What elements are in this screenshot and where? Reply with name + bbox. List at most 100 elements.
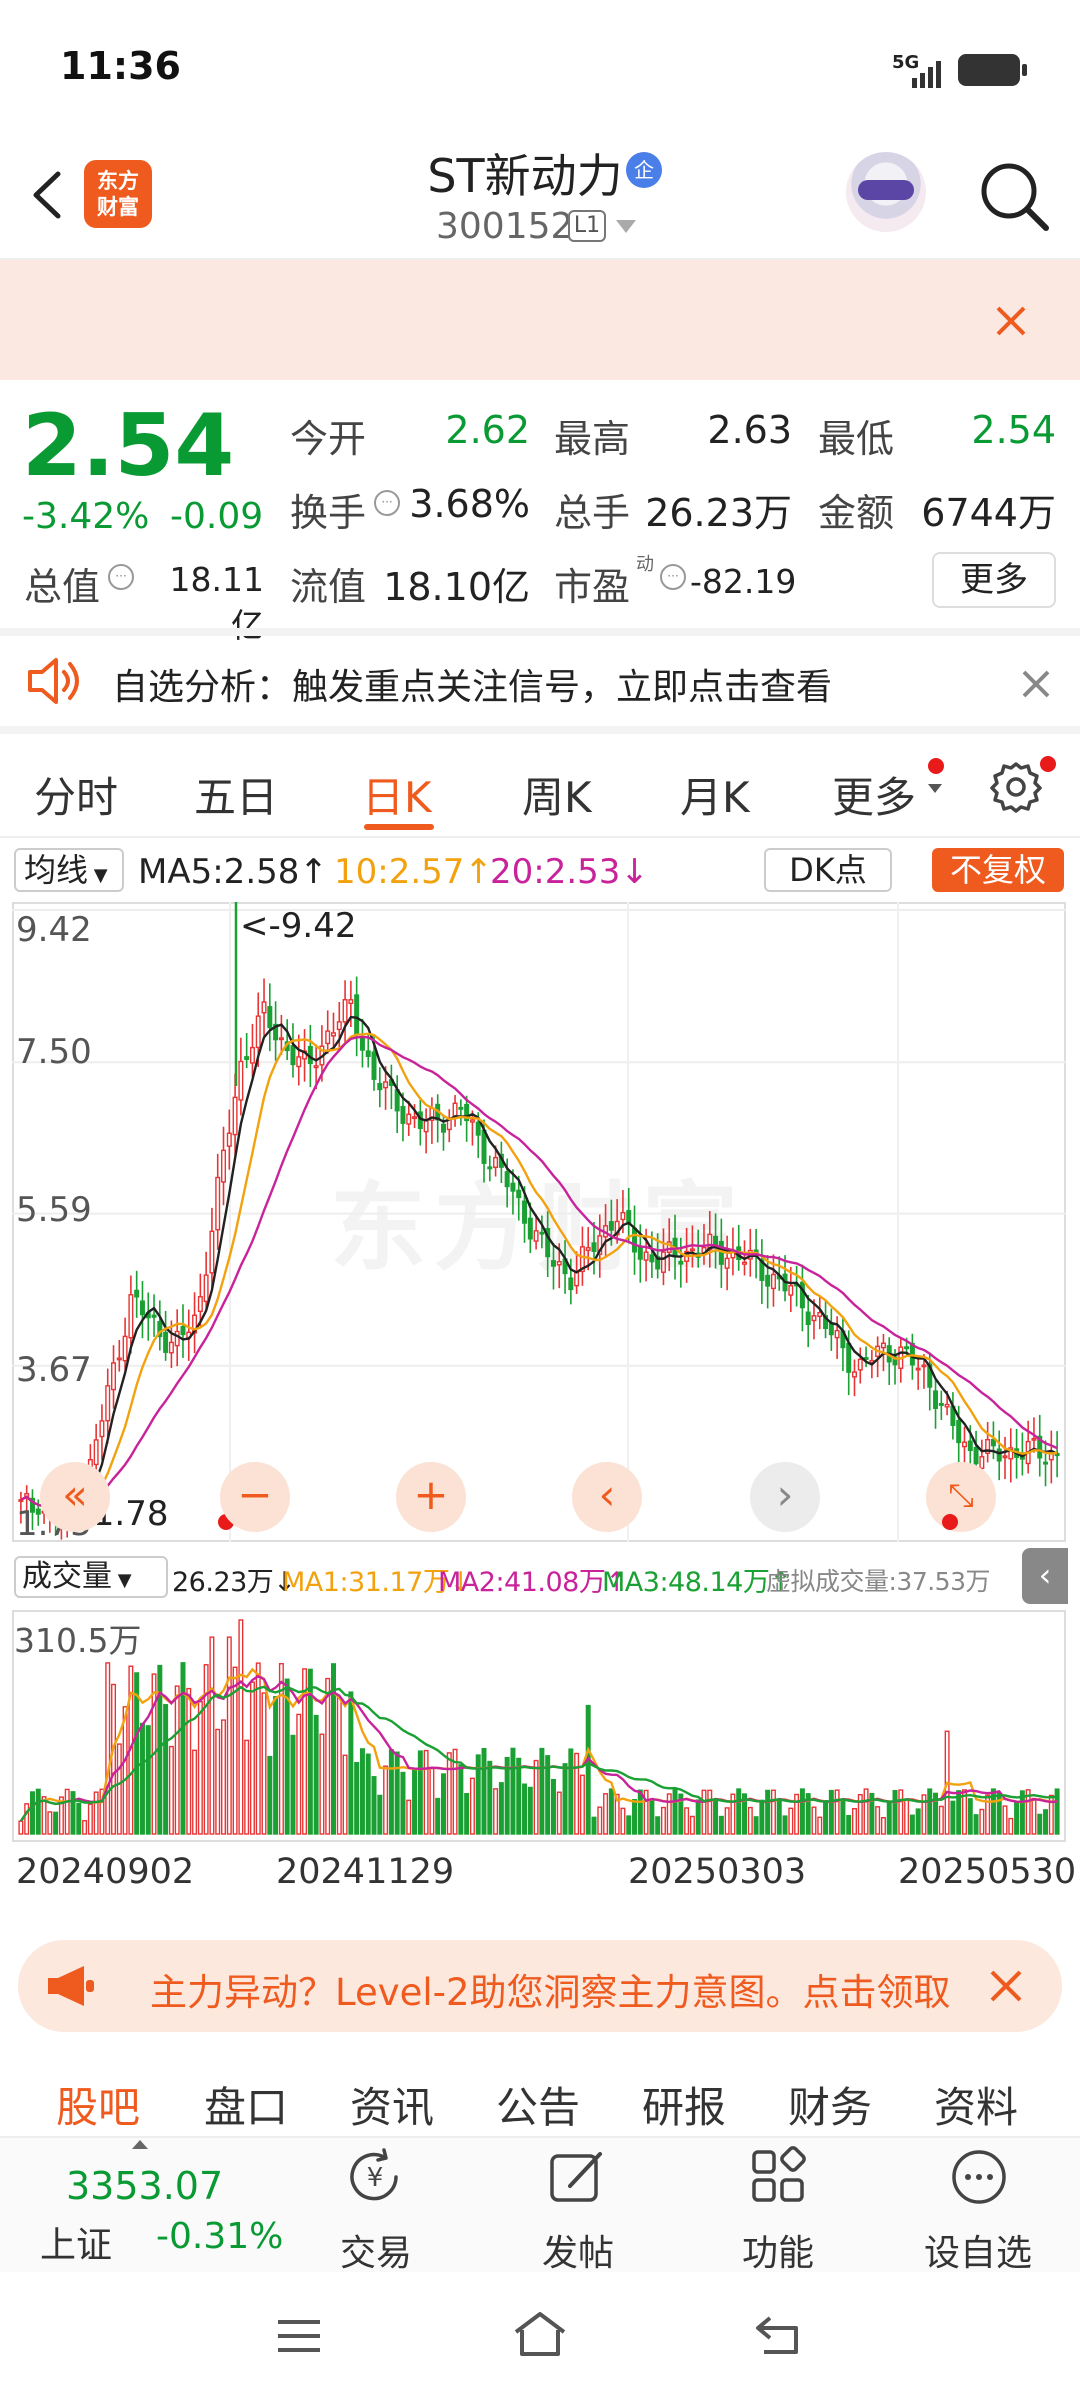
volume-bar [562, 1763, 568, 1835]
volume-bar [747, 1806, 753, 1835]
back-arrow-icon[interactable] [22, 160, 78, 230]
add-watchlist-label[interactable]: 设自选 [908, 2224, 1048, 2276]
alert-message[interactable]: 自选分析：触发重点关注信号，立即点击查看 [112, 658, 832, 710]
gear-icon[interactable] [988, 758, 1044, 814]
volume-bar [909, 1814, 915, 1835]
promo-banner[interactable] [0, 260, 1080, 380]
info-icon[interactable]: ··· [660, 564, 686, 590]
amount-label: 金额 [818, 491, 895, 535]
volume-bar [585, 1704, 591, 1835]
tab-5day[interactable]: 五日 [194, 764, 278, 825]
notification-dot [1040, 756, 1056, 772]
functions-label[interactable]: 功能 [708, 2224, 848, 2276]
index-name[interactable]: 上证 [40, 2216, 112, 2268]
tab-profile[interactable]: 资料 [934, 2074, 1018, 2135]
trade-label[interactable]: 交易 [306, 2224, 446, 2276]
y-axis-label: 7.50 [16, 1032, 92, 1072]
candle [377, 1067, 383, 1108]
index-value[interactable]: 3353.07 [66, 2164, 223, 2208]
tab-intraday[interactable]: 分时 [34, 764, 118, 825]
menu-icon[interactable] [274, 2316, 324, 2356]
divider [0, 836, 1080, 838]
volume-bar [93, 1791, 99, 1835]
move-right-button[interactable]: › [750, 1462, 820, 1532]
move-left-button[interactable]: ‹ [572, 1462, 642, 1532]
zoom-in-button[interactable]: + [396, 1462, 466, 1532]
level-badge[interactable]: L1 [568, 210, 606, 242]
functions-grid-icon[interactable] [748, 2146, 810, 2208]
tab-orderbook[interactable]: 盘口 [204, 2074, 288, 2135]
more-button[interactable]: 更多 [932, 552, 1056, 608]
stock-code[interactable]: 300152 [436, 206, 573, 247]
volume-current: 26.23万↓ [172, 1567, 296, 1598]
candle [192, 1292, 198, 1354]
volume-bar [539, 1747, 545, 1835]
candle [591, 1221, 597, 1275]
volume-bar [296, 1713, 302, 1835]
app-logo[interactable]: 东方 财富 [84, 160, 152, 228]
volume-label: 总手 [554, 491, 631, 535]
amount-value: 6744万 [921, 491, 1056, 535]
tab-announcements[interactable]: 公告 [496, 2074, 580, 2135]
zoom-out-button[interactable]: − [220, 1462, 290, 1532]
adjust-rights-button[interactable]: 不复权 [932, 848, 1064, 892]
dk-point-button[interactable]: DK点 [764, 848, 892, 892]
indicator-select[interactable]: 均线 ▼ [14, 848, 124, 892]
caret-up-icon[interactable] [132, 2140, 148, 2149]
volume-bar [851, 1808, 857, 1835]
candle [718, 1218, 724, 1288]
tab-financials[interactable]: 财务 [788, 2074, 872, 2135]
index-change[interactable]: -0.31% [156, 2216, 283, 2257]
tab-news[interactable]: 资讯 [350, 2074, 434, 2135]
tab-weekly-k[interactable]: 周K [522, 764, 592, 825]
back-nav-icon[interactable] [752, 2310, 808, 2358]
volume-bar [770, 1789, 776, 1835]
candle [828, 1308, 834, 1351]
post-edit-icon[interactable] [546, 2146, 608, 2208]
volume-bar [105, 1662, 111, 1835]
volume-bar [209, 1636, 215, 1835]
tab-forum[interactable]: 股吧 [56, 2074, 140, 2135]
volume-bar [915, 1808, 921, 1835]
candle [799, 1264, 805, 1332]
volume-bar [886, 1800, 892, 1835]
candle [950, 1392, 956, 1440]
close-icon[interactable] [1016, 664, 1056, 704]
ma5-value: MA5:2.58↑ [138, 852, 328, 892]
volume-bar [568, 1748, 574, 1835]
volume-bar [388, 1749, 394, 1835]
tab-more[interactable]: 更多 [832, 764, 916, 825]
tab-daily-k[interactable]: 日K [362, 764, 432, 825]
scroll-to-start-button[interactable]: « [40, 1462, 110, 1532]
date-label: 20250530 [898, 1852, 1077, 1892]
post-label[interactable]: 发帖 [508, 2224, 648, 2276]
info-icon[interactable]: ··· [108, 564, 134, 590]
more-circle-icon[interactable] [948, 2146, 1010, 2208]
search-icon[interactable] [976, 158, 1052, 234]
volume-bar [493, 1788, 499, 1835]
volume-bar [215, 1728, 221, 1835]
tab-research[interactable]: 研报 [642, 2074, 726, 2135]
fullscreen-button[interactable]: ⤡ [926, 1462, 996, 1532]
collapse-panel-button[interactable]: ‹ [1022, 1548, 1068, 1604]
volume-indicator-select[interactable]: 成交量 ▼ [14, 1556, 168, 1598]
trade-icon[interactable]: ¥ [344, 2146, 406, 2208]
info-icon[interactable]: ··· [374, 490, 400, 516]
volume-bar [423, 1749, 429, 1835]
low-label: 最低 [818, 417, 895, 461]
volume-bar [163, 1704, 169, 1835]
volume-bar [64, 1788, 70, 1835]
float-cap-label: 流值 [290, 565, 367, 609]
volume-bar [18, 1820, 24, 1835]
volume-bar [35, 1788, 41, 1835]
close-icon[interactable] [986, 1966, 1026, 2006]
level2-promo-text[interactable]: 主力异动？Level-2助您洞察主力意图。点击领取 [150, 1962, 980, 2016]
chevron-down-icon[interactable] [616, 220, 636, 233]
close-icon[interactable] [986, 296, 1036, 346]
ma10-line [20, 1032, 1058, 1510]
candle [302, 1029, 308, 1082]
candle [238, 1037, 244, 1116]
candle [1025, 1420, 1031, 1474]
tab-monthly-k[interactable]: 月K [680, 764, 750, 825]
home-icon[interactable] [510, 2308, 570, 2360]
